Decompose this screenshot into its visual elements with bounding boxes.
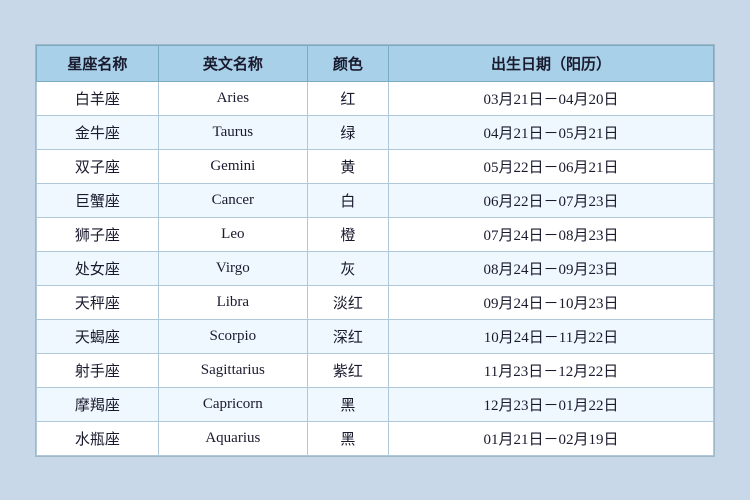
cell-color: 黑	[307, 387, 388, 421]
cell-english: Taurus	[158, 115, 307, 149]
zodiac-table-container: 星座名称 英文名称 颜色 出生日期（阳历） 白羊座Aries红03月21日－04…	[35, 44, 715, 457]
cell-english: Libra	[158, 285, 307, 319]
cell-date: 05月22日－06月21日	[389, 149, 714, 183]
cell-chinese: 天秤座	[37, 285, 159, 319]
table-row: 巨蟹座Cancer白06月22日－07月23日	[37, 183, 714, 217]
cell-date: 04月21日－05月21日	[389, 115, 714, 149]
cell-color: 淡红	[307, 285, 388, 319]
cell-color: 黑	[307, 421, 388, 455]
table-row: 天秤座Libra淡红09月24日－10月23日	[37, 285, 714, 319]
cell-color: 黄	[307, 149, 388, 183]
cell-chinese: 处女座	[37, 251, 159, 285]
cell-chinese: 金牛座	[37, 115, 159, 149]
cell-date: 01月21日－02月19日	[389, 421, 714, 455]
table-row: 摩羯座Capricorn黑12月23日－01月22日	[37, 387, 714, 421]
cell-english: Capricorn	[158, 387, 307, 421]
cell-chinese: 双子座	[37, 149, 159, 183]
cell-english: Leo	[158, 217, 307, 251]
cell-english: Gemini	[158, 149, 307, 183]
table-row: 金牛座Taurus绿04月21日－05月21日	[37, 115, 714, 149]
table-row: 射手座Sagittarius紫红11月23日－12月22日	[37, 353, 714, 387]
cell-color: 灰	[307, 251, 388, 285]
cell-date: 09月24日－10月23日	[389, 285, 714, 319]
cell-date: 03月21日－04月20日	[389, 81, 714, 115]
cell-chinese: 摩羯座	[37, 387, 159, 421]
cell-chinese: 水瓶座	[37, 421, 159, 455]
header-chinese: 星座名称	[37, 45, 159, 81]
cell-date: 12月23日－01月22日	[389, 387, 714, 421]
header-english: 英文名称	[158, 45, 307, 81]
cell-chinese: 射手座	[37, 353, 159, 387]
table-body: 白羊座Aries红03月21日－04月20日金牛座Taurus绿04月21日－0…	[37, 81, 714, 455]
cell-chinese: 白羊座	[37, 81, 159, 115]
table-row: 水瓶座Aquarius黑01月21日－02月19日	[37, 421, 714, 455]
cell-date: 07月24日－08月23日	[389, 217, 714, 251]
table-row: 白羊座Aries红03月21日－04月20日	[37, 81, 714, 115]
table-row: 处女座Virgo灰08月24日－09月23日	[37, 251, 714, 285]
cell-english: Virgo	[158, 251, 307, 285]
cell-english: Sagittarius	[158, 353, 307, 387]
table-header-row: 星座名称 英文名称 颜色 出生日期（阳历）	[37, 45, 714, 81]
cell-english: Aries	[158, 81, 307, 115]
cell-color: 绿	[307, 115, 388, 149]
cell-chinese: 狮子座	[37, 217, 159, 251]
cell-date: 06月22日－07月23日	[389, 183, 714, 217]
cell-color: 深红	[307, 319, 388, 353]
table-row: 天蝎座Scorpio深红10月24日－11月22日	[37, 319, 714, 353]
cell-english: Cancer	[158, 183, 307, 217]
header-color: 颜色	[307, 45, 388, 81]
header-date: 出生日期（阳历）	[389, 45, 714, 81]
table-row: 双子座Gemini黄05月22日－06月21日	[37, 149, 714, 183]
cell-english: Aquarius	[158, 421, 307, 455]
zodiac-table: 星座名称 英文名称 颜色 出生日期（阳历） 白羊座Aries红03月21日－04…	[36, 45, 714, 456]
cell-color: 橙	[307, 217, 388, 251]
cell-color: 红	[307, 81, 388, 115]
cell-date: 10月24日－11月22日	[389, 319, 714, 353]
cell-date: 11月23日－12月22日	[389, 353, 714, 387]
cell-color: 白	[307, 183, 388, 217]
cell-color: 紫红	[307, 353, 388, 387]
cell-chinese: 天蝎座	[37, 319, 159, 353]
cell-english: Scorpio	[158, 319, 307, 353]
cell-chinese: 巨蟹座	[37, 183, 159, 217]
table-row: 狮子座Leo橙07月24日－08月23日	[37, 217, 714, 251]
cell-date: 08月24日－09月23日	[389, 251, 714, 285]
